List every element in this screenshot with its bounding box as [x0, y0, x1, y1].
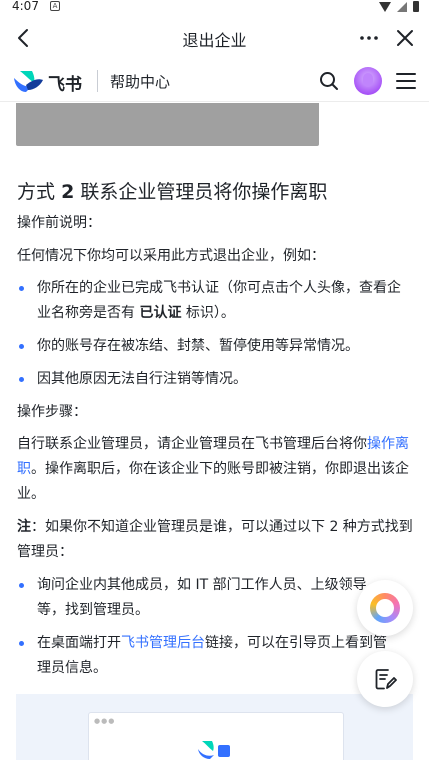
- titlebar: 退出企业: [0, 14, 429, 62]
- admin-console-link[interactable]: 飞书管理后台: [121, 635, 205, 651]
- help-center-label[interactable]: 帮助中心: [110, 71, 170, 92]
- bullet-dot: [19, 344, 24, 349]
- signal-icon: [397, 1, 407, 12]
- article-image-top: [16, 103, 319, 146]
- window-dots-icon: ●●●: [94, 717, 116, 725]
- feishu-logo-icon: [14, 71, 43, 92]
- verified-badge-text: 已认证: [139, 305, 182, 321]
- list-item: 在桌面端打开飞书管理后台链接，可以在引导页上看到管理员信息。: [17, 631, 397, 681]
- status-a-icon: A: [50, 1, 60, 11]
- status-time: 4:07: [12, 0, 39, 13]
- more-icon: [360, 36, 378, 40]
- status-icons: [379, 1, 419, 12]
- close-icon: [397, 30, 413, 46]
- list-item: 因其他原因无法自行注销等情况。: [17, 367, 413, 392]
- screenshot-window: ●●●: [88, 712, 344, 760]
- note-text: 注：如果你不知道企业管理员是谁，可以通过以下 2 种方式找到管理员：: [17, 519, 413, 560]
- close-button[interactable]: [393, 26, 417, 50]
- list-item: 询问企业内其他成员，如 IT 部门工作人员、上级领导等，找到管理员。: [17, 573, 367, 623]
- assistant-button[interactable]: [357, 580, 413, 636]
- bullet-dot: [19, 641, 24, 646]
- wifi-icon: [379, 1, 391, 12]
- brand-name[interactable]: 飞书: [48, 70, 82, 95]
- status-bar: 4:07 A: [0, 0, 429, 14]
- section-title-rest: 联系企业管理员将你操作离职: [80, 181, 328, 203]
- menu-button[interactable]: [395, 71, 417, 91]
- steps-text: 自行联系企业管理员，请企业管理员在飞书管理后台将你操作离职。操作离职后，你在该企…: [17, 436, 409, 502]
- feedback-edit-button[interactable]: [357, 651, 413, 707]
- edit-note-icon: [375, 669, 397, 690]
- menu-icon: [396, 73, 416, 89]
- bullet-dot: [19, 583, 24, 588]
- feishu-logo[interactable]: [12, 68, 44, 94]
- article-image-bottom: ●●●: [16, 694, 413, 760]
- list-item: 你的账号存在被冻结、封禁、暂停使用等异常情况。: [17, 334, 413, 359]
- bullet-dot: [19, 286, 24, 291]
- search-icon: [320, 72, 338, 90]
- more-button[interactable]: [357, 26, 381, 50]
- section-title: 方式 2 联系企业管理员将你操作离职: [17, 177, 327, 204]
- pre-note-intro: 任何情况下你均可以采用此方式退出企业，例如：: [17, 248, 325, 264]
- section-title-prefix: 方式: [17, 181, 56, 203]
- site-header: 飞书 帮助中心: [0, 62, 429, 102]
- list-item: 你所在的企业已完成飞书认证（你可点击个人头像，查看企业名称旁是否有 已认证 标识…: [17, 276, 413, 326]
- avatar[interactable]: [354, 67, 382, 95]
- assistant-icon: [370, 593, 400, 623]
- steps-label: 操作步骤：: [17, 404, 87, 420]
- pre-note-label: 操作前说明：: [17, 215, 101, 231]
- search-button[interactable]: [318, 70, 340, 92]
- note-label: 注: [17, 519, 31, 535]
- bullet-dot: [19, 377, 24, 382]
- header-divider: [97, 70, 98, 92]
- illustration-icon: [198, 741, 230, 759]
- section-number: 2: [61, 181, 75, 203]
- battery-icon: [413, 1, 419, 12]
